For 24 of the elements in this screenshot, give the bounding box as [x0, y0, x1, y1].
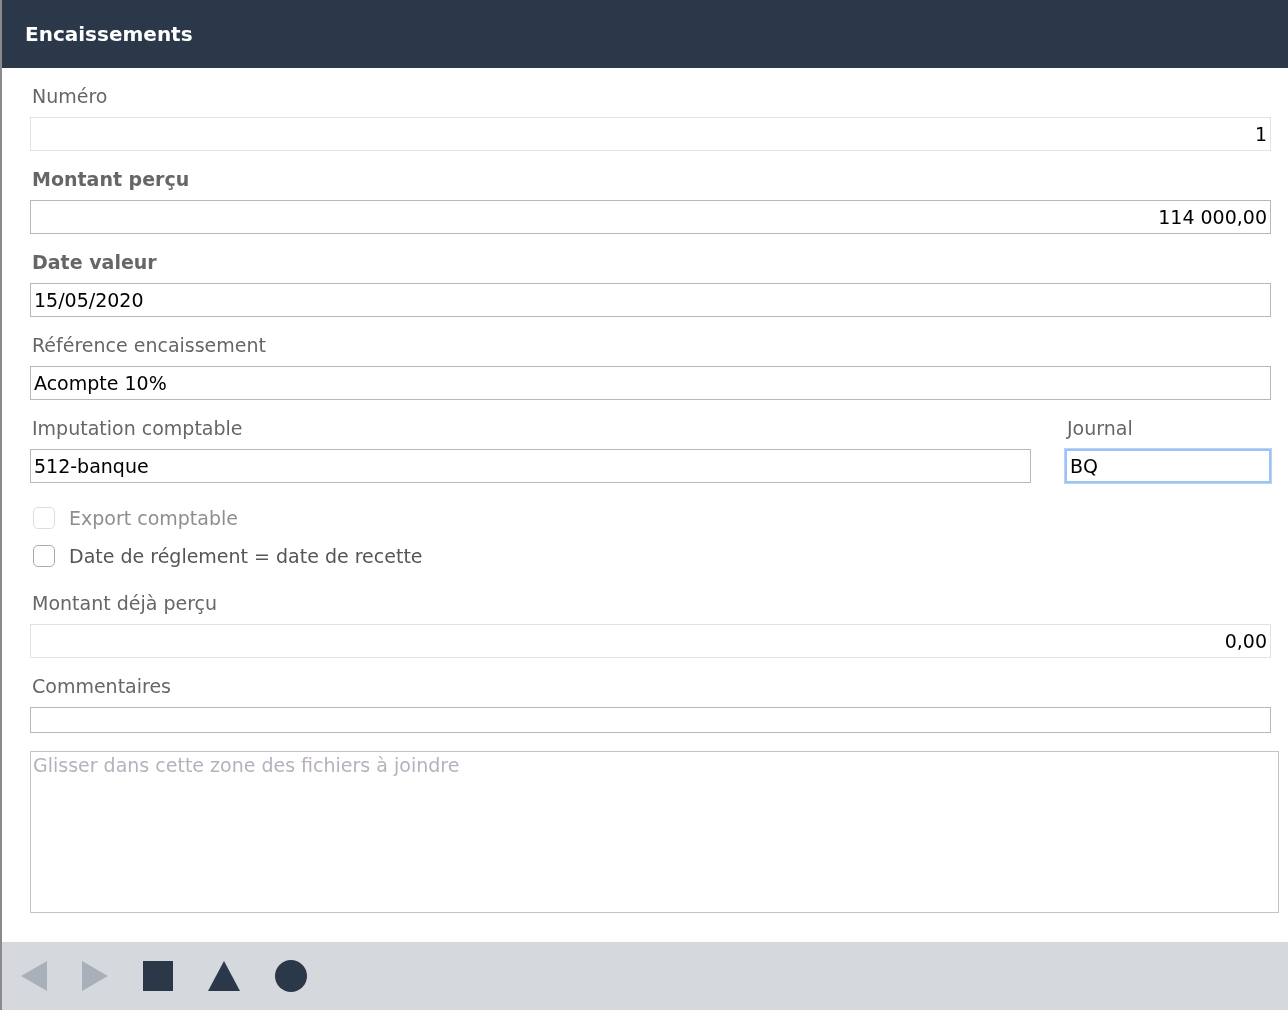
input-field[interactable]: BQ	[1065, 449, 1271, 483]
input-field[interactable]: 512-banque	[30, 449, 1031, 483]
field-label: Imputation comptable	[31, 416, 243, 441]
input-field[interactable]: 1	[30, 117, 1271, 151]
window-title: Encaissements	[25, 22, 193, 46]
input-field[interactable]: 15/05/2020	[30, 283, 1271, 317]
checkbox[interactable]	[33, 545, 55, 567]
field-label: Référence encaissement	[31, 333, 266, 358]
input-field[interactable]: Acompte 10%	[30, 366, 1271, 400]
field-label: Date valeur	[31, 250, 157, 275]
field-label: Numéro	[31, 84, 108, 109]
input-field[interactable]	[30, 707, 1271, 733]
checkbox-label: Export comptable	[69, 507, 238, 529]
drop-zone-hint: Glisser dans cette zone des fichiers à joindre	[33, 754, 460, 776]
triangle-icon[interactable]	[208, 961, 240, 991]
field-label: Commentaires	[31, 674, 171, 699]
input-field[interactable]: 114 000,00	[30, 200, 1271, 234]
field-label: Montant déjà perçu	[31, 591, 218, 616]
field-label: Montant perçu	[31, 167, 190, 192]
input-field[interactable]: 0,00	[30, 624, 1271, 658]
checkbox-label: Date de réglement = date de recette	[69, 545, 423, 567]
square-icon[interactable]	[143, 961, 173, 991]
field-label: Journal	[1065, 416, 1133, 441]
circle-icon[interactable]	[275, 960, 307, 992]
